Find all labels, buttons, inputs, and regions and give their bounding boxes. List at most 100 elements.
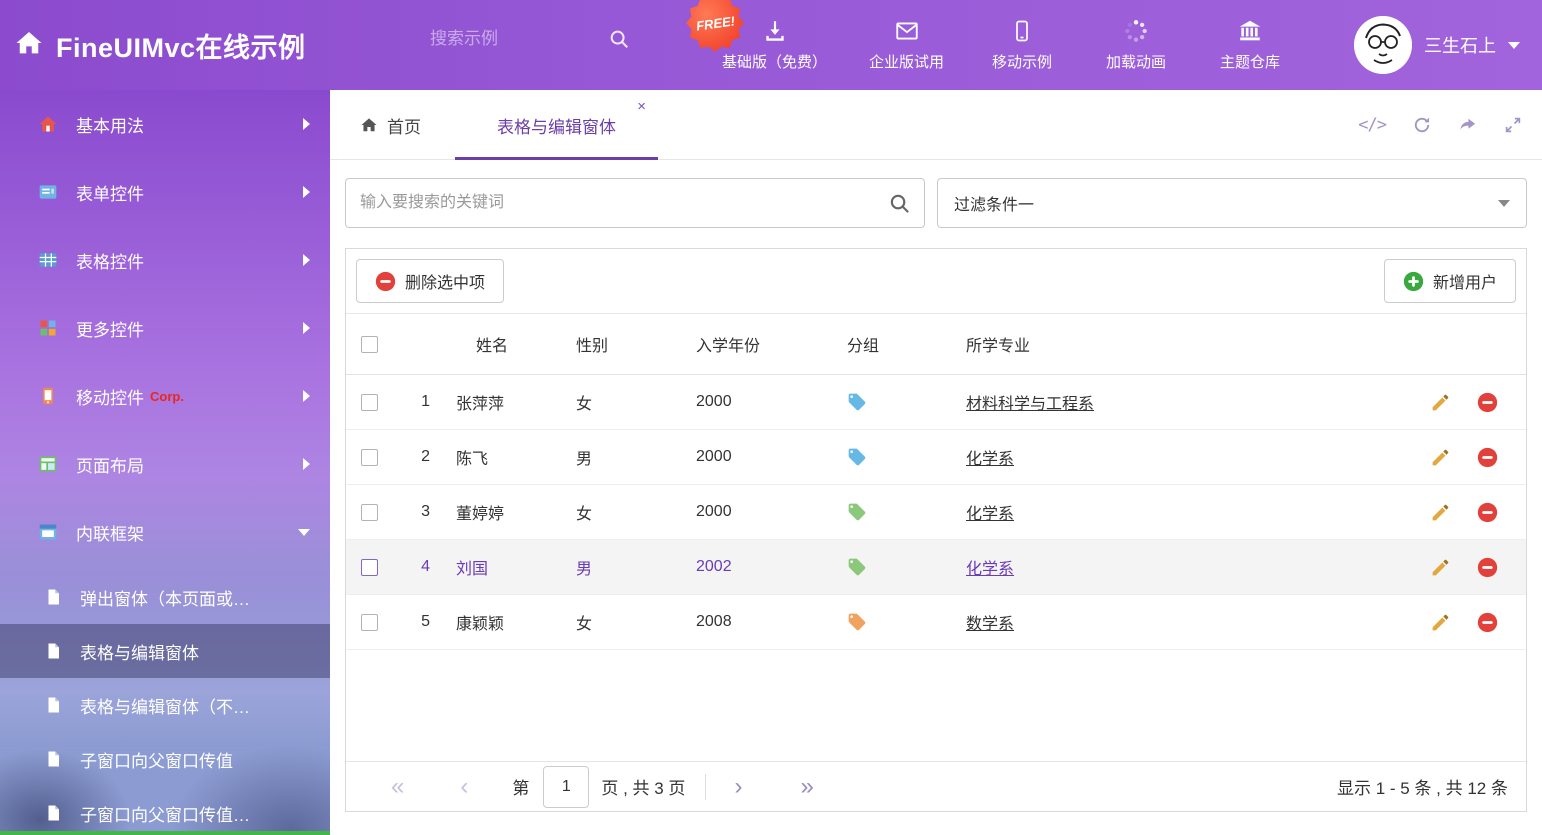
last-page-button[interactable]: » bbox=[800, 775, 813, 799]
delete-row-icon[interactable] bbox=[1477, 447, 1498, 468]
grid-toolbar: 删除选中项 新增用户 bbox=[346, 249, 1526, 313]
major-link[interactable]: 数学系 bbox=[966, 616, 1014, 633]
cell-year: 2000 bbox=[696, 503, 841, 521]
delete-row-icon[interactable] bbox=[1477, 502, 1498, 523]
code-icon[interactable]: </> bbox=[1358, 115, 1386, 135]
sidebar-item-label: 表格控件 bbox=[76, 248, 144, 273]
search-icon[interactable] bbox=[888, 192, 911, 215]
table-row[interactable]: 5 康颖颖 女 2008 数学系 bbox=[346, 595, 1526, 650]
close-icon[interactable]: × bbox=[637, 99, 646, 114]
header-nav: 基础版（免费） 企业版试用 移动示例 bbox=[722, 0, 1286, 90]
header-search-input[interactable] bbox=[430, 29, 600, 49]
sidebar-subitem-child-to-parent[interactable]: 子窗口向父窗口传值 bbox=[0, 732, 330, 786]
sidebar-item-more-controls[interactable]: 更多控件 bbox=[0, 294, 330, 362]
sidebar-item-inline-frame[interactable]: 内联框架 bbox=[0, 498, 330, 566]
keyword-search-input[interactable] bbox=[346, 179, 924, 227]
nav-theme-repo[interactable]: 主题仓库 bbox=[1214, 18, 1286, 72]
tag-icon bbox=[847, 392, 867, 412]
row-checkbox[interactable] bbox=[361, 504, 378, 521]
sidebar-item-label: 基本用法 bbox=[76, 112, 144, 137]
major-link[interactable]: 化学系 bbox=[966, 506, 1014, 523]
row-checkbox[interactable] bbox=[361, 394, 378, 411]
next-page-button[interactable]: › bbox=[734, 775, 742, 799]
row-checkbox[interactable] bbox=[361, 614, 378, 631]
nav-label: 基础版（免费） bbox=[722, 51, 827, 72]
nav-loading-animation[interactable]: 加载动画 bbox=[1100, 18, 1172, 72]
edit-pencil-icon[interactable] bbox=[1430, 502, 1451, 523]
edit-pencil-icon[interactable] bbox=[1430, 447, 1451, 468]
delete-row-icon[interactable] bbox=[1477, 392, 1498, 413]
app-header: FineUIMvc在线示例 FREE! 基础版（免费） 企业版试用 bbox=[0, 0, 1542, 90]
major-link[interactable]: 材料科学与工程系 bbox=[966, 396, 1094, 413]
minus-circle-icon bbox=[375, 271, 396, 292]
page-prefix-label: 第 bbox=[512, 774, 529, 799]
row-checkbox[interactable] bbox=[361, 449, 378, 466]
pagination-bar: « ‹ 第 页 , 共 3 页 › » 显示 1 - 5 条 , 共 12 条 bbox=[346, 761, 1526, 811]
phone-icon bbox=[38, 386, 60, 406]
nav-enterprise-trial[interactable]: 企业版试用 bbox=[869, 18, 944, 72]
tab-active-label: 表格与编辑窗体 bbox=[497, 113, 616, 138]
prev-page-button[interactable]: ‹ bbox=[460, 775, 468, 799]
select-all-checkbox[interactable] bbox=[361, 336, 378, 353]
edit-pencil-icon[interactable] bbox=[1430, 557, 1451, 578]
cell-name: 董婷婷 bbox=[446, 500, 576, 524]
table-row-selected[interactable]: 4 刘国 男 2002 化学系 bbox=[346, 540, 1526, 595]
column-header-group: 分组 bbox=[841, 332, 956, 356]
plus-circle-icon bbox=[1403, 271, 1424, 292]
file-icon bbox=[44, 642, 64, 660]
filter-dropdown-value: 过滤条件一 bbox=[954, 191, 1034, 215]
brand[interactable]: FineUIMvc在线示例 bbox=[14, 0, 306, 90]
tab-home[interactable]: 首页 bbox=[360, 90, 421, 160]
tag-icon bbox=[847, 612, 867, 632]
tab-grid-edit-window[interactable]: 表格与编辑窗体 × bbox=[455, 90, 658, 160]
cell-year: 2000 bbox=[696, 393, 841, 411]
major-link[interactable]: 化学系 bbox=[966, 561, 1014, 578]
sidebar-item-mobile-controls[interactable]: 移动控件 Corp. bbox=[0, 362, 330, 430]
sidebar-item-page-layout[interactable]: 页面布局 bbox=[0, 430, 330, 498]
user-menu[interactable]: 三生石上 bbox=[1354, 0, 1520, 90]
sidebar-subitem-popup-window[interactable]: 弹出窗体（本页面或… bbox=[0, 570, 330, 624]
table-row[interactable]: 1 张萍萍 女 2000 材料科学与工程系 bbox=[346, 375, 1526, 430]
search-icon[interactable] bbox=[608, 28, 630, 50]
nav-label: 加载动画 bbox=[1106, 51, 1166, 72]
refresh-icon[interactable] bbox=[1412, 115, 1432, 135]
table-row[interactable]: 2 陈飞 男 2000 化学系 bbox=[346, 430, 1526, 485]
chevron-down-icon bbox=[298, 529, 310, 536]
row-checkbox[interactable] bbox=[361, 559, 378, 576]
expand-icon[interactable] bbox=[1504, 116, 1522, 134]
major-link[interactable]: 化学系 bbox=[966, 451, 1014, 468]
sidebar-item-basic-usage[interactable]: 基本用法 bbox=[0, 90, 330, 158]
chevron-down-icon bbox=[1498, 200, 1510, 207]
edit-pencil-icon[interactable] bbox=[1430, 392, 1451, 413]
sidebar-subitem-child-to-parent-2[interactable]: 子窗口向父窗口传值… bbox=[0, 786, 330, 835]
nav-label: 移动示例 bbox=[992, 51, 1052, 72]
nav-mobile-demo[interactable]: 移动示例 bbox=[986, 18, 1058, 72]
bank-icon bbox=[1237, 18, 1263, 44]
filter-dropdown[interactable]: 过滤条件一 bbox=[937, 178, 1527, 228]
sidebar-item-grid-controls[interactable]: 表格控件 bbox=[0, 226, 330, 294]
sidebar-subitem-grid-edit-window-2[interactable]: 表格与编辑窗体（不… bbox=[0, 678, 330, 732]
delete-row-icon[interactable] bbox=[1477, 557, 1498, 578]
row-number: 3 bbox=[390, 503, 446, 521]
column-header-name: 姓名 bbox=[446, 332, 576, 356]
table-header-row: 姓名 性别 入学年份 分组 所学专业 bbox=[346, 313, 1526, 375]
table-row[interactable]: 3 董婷婷 女 2000 化学系 bbox=[346, 485, 1526, 540]
sidebar-subitem-grid-edit-window[interactable]: 表格与编辑窗体 bbox=[0, 624, 330, 678]
sidebar-item-label: 页面布局 bbox=[76, 452, 144, 477]
spinner-icon bbox=[1123, 18, 1149, 44]
sidebar-item-label: 表单控件 bbox=[76, 180, 144, 205]
share-icon[interactable] bbox=[1458, 115, 1478, 135]
pagination-divider bbox=[705, 774, 706, 800]
page-number-input[interactable] bbox=[543, 766, 589, 808]
first-page-button[interactable]: « bbox=[391, 775, 404, 799]
add-user-button[interactable]: 新增用户 bbox=[1384, 259, 1516, 303]
table-empty-area bbox=[346, 650, 1526, 761]
delete-row-icon[interactable] bbox=[1477, 612, 1498, 633]
sidebar-item-form-controls[interactable]: 表单控件 bbox=[0, 158, 330, 226]
delete-selected-button[interactable]: 删除选中项 bbox=[356, 259, 504, 303]
chevron-right-icon bbox=[303, 458, 310, 470]
edit-pencil-icon[interactable] bbox=[1430, 612, 1451, 633]
row-number: 1 bbox=[390, 393, 446, 411]
widgets-icon bbox=[38, 318, 60, 338]
column-header-major: 所学专业 bbox=[956, 332, 1416, 356]
